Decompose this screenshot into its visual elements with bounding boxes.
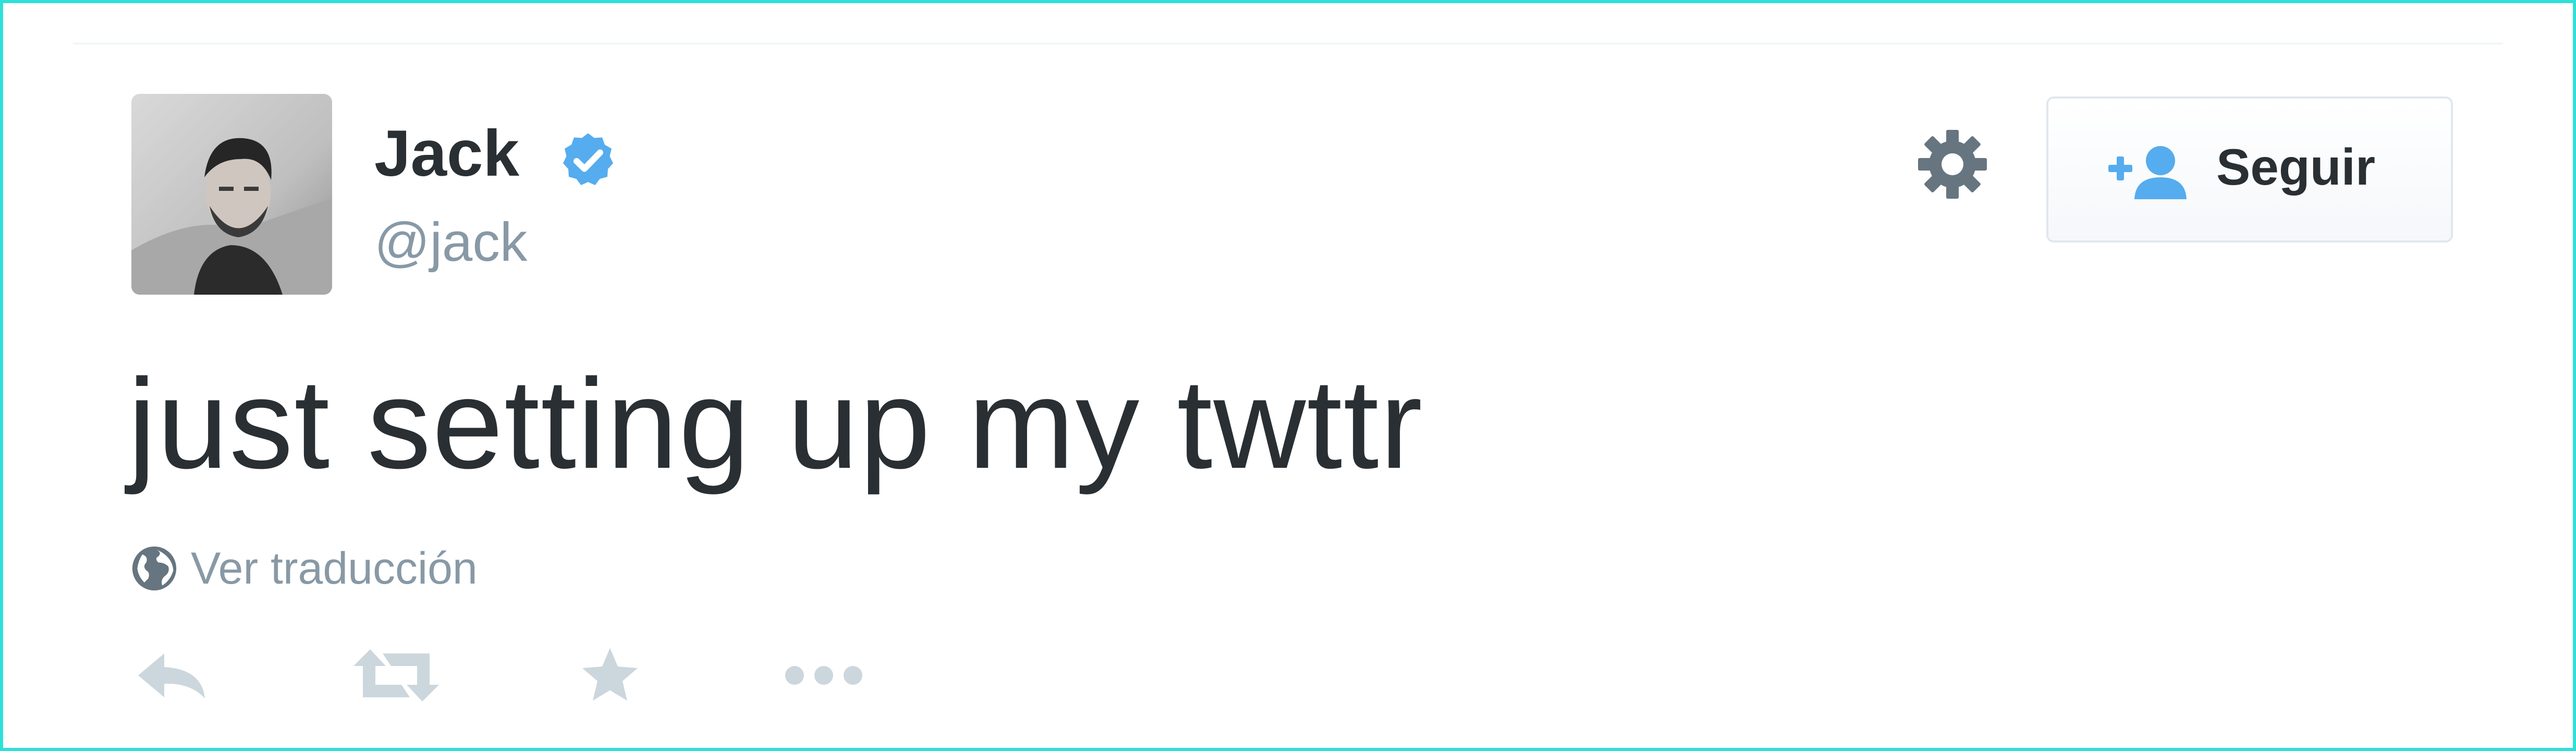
follow-button-label: Seguir — [2216, 138, 2375, 196]
verified-badge-icon — [557, 129, 619, 192]
avatar[interactable] — [131, 94, 332, 295]
gear-icon[interactable] — [1913, 125, 1992, 203]
divider — [73, 43, 2503, 44]
translate-link[interactable]: Ver traducción — [130, 542, 478, 595]
translate-label: Ver traducción — [191, 543, 478, 593]
tweet-text: just setting up my twttr — [128, 352, 1424, 495]
follow-user-icon — [2108, 143, 2187, 200]
more-icon[interactable] — [782, 644, 865, 707]
display-name[interactable]: Jack — [374, 121, 519, 186]
reply-icon[interactable] — [133, 644, 211, 707]
retweet-icon[interactable] — [349, 644, 443, 707]
follow-button[interactable]: Seguir — [2046, 96, 2453, 243]
globe-icon — [130, 544, 178, 592]
star-icon[interactable] — [576, 644, 644, 707]
user-handle[interactable]: @jack — [374, 215, 527, 270]
